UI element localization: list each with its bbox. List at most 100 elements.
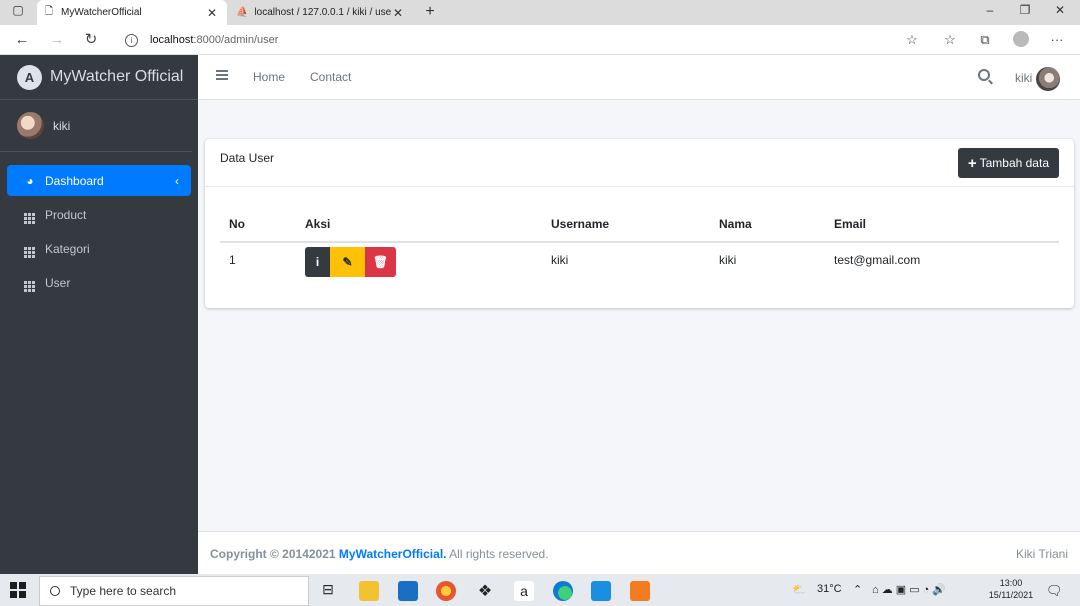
card-title: Data User	[220, 151, 275, 165]
column-header-nama: Nama	[710, 207, 825, 243]
maximize-icon[interactable]: ❐	[1015, 3, 1035, 21]
footer-copyright: Copyright © 20142021 MyWatcherOfficial. …	[210, 547, 549, 561]
page-icon: 🗋	[45, 6, 54, 17]
collections-icon[interactable]: ⧉	[975, 31, 995, 49]
nav-link-home[interactable]: Home	[253, 70, 285, 84]
favorites-icon[interactable]: ☆	[940, 31, 960, 49]
close-tab-icon[interactable]: ✕	[391, 6, 405, 20]
user-table: No Aksi Username Nama Email 1 i ✎ 🗑 kiki…	[220, 207, 1059, 289]
action-button-group: i ✎ 🗑	[305, 247, 542, 277]
footer: Copyright © 20142021 MyWatcherOfficial. …	[198, 531, 1080, 574]
forward-icon[interactable]: →	[46, 30, 68, 50]
new-tab-icon[interactable]: +	[420, 3, 440, 21]
dropbox-icon[interactable]: ❖	[475, 581, 495, 601]
user-panel[interactable]: kiki	[0, 100, 192, 152]
delete-button[interactable]: 🗑	[365, 247, 396, 277]
search-icon	[50, 586, 60, 596]
edge-icon[interactable]	[553, 581, 573, 601]
taskbar-clock[interactable]: 13:00 15/11/2021	[985, 577, 1037, 601]
edit-button[interactable]: ✎	[330, 247, 365, 277]
cell-email: test@gmail.com	[834, 253, 921, 267]
sidebar-item-user[interactable]: User	[7, 267, 191, 298]
temperature[interactable]: 31°C	[817, 583, 842, 595]
sidebar-user-name: kiki	[53, 118, 71, 133]
url-path: :8000/admin/user	[193, 34, 279, 46]
info-icon: i	[315, 255, 320, 269]
sidebar-item-dashboard[interactable]: ◕ Dashboard ‹	[7, 165, 191, 196]
weather-icon[interactable]: ⛅	[792, 583, 806, 596]
brand-text: MyWatcher Official	[50, 68, 184, 85]
sidebar-menu: ◕ Dashboard ‹ Product Kategori User	[0, 152, 198, 298]
table-row: 1 i ✎ 🗑 kiki kiki test@gmail.com	[220, 242, 1059, 289]
sidebar-item-kategori[interactable]: Kategori	[7, 233, 191, 264]
add-favorite-icon[interactable]: ☆	[902, 31, 922, 49]
sidebar-item-label: Kategori	[45, 241, 90, 256]
add-data-button[interactable]: + Tambah data	[957, 148, 1059, 178]
tab-title: MyWatcherOfficial	[61, 7, 142, 18]
column-header-aksi: Aksi	[296, 207, 542, 243]
column-header-no: No	[220, 207, 296, 243]
windows-start-icon[interactable]	[10, 582, 26, 598]
sidebar-item-label: User	[45, 275, 71, 290]
search-placeholder: Type here to search	[70, 584, 177, 598]
nav-link-contact[interactable]: Contact	[310, 70, 351, 84]
tab-actions-icon[interactable]: ▢	[8, 3, 28, 21]
close-window-icon[interactable]: ✕	[1050, 3, 1070, 21]
cell-no: 1	[229, 253, 236, 267]
trash-icon: 🗑	[372, 255, 389, 269]
sidebar-item-label: Product	[45, 207, 87, 222]
vscode-icon[interactable]	[591, 581, 611, 601]
navbar-user-name[interactable]: kiki	[1015, 71, 1032, 85]
menu-toggle-icon[interactable]	[216, 70, 228, 80]
mail-icon[interactable]	[398, 581, 418, 601]
address-bar: ← → ↻ i localhost:8000/admin/user ☆ ☆ ⧉ …	[0, 25, 1080, 55]
more-icon[interactable]: ···	[1047, 31, 1067, 49]
tab-mywatcher[interactable]: 🗋 MyWatcherOfficial ✕	[37, 0, 227, 25]
grid-icon	[22, 205, 38, 224]
footer-brand-link[interactable]: MyWatcherOfficial.	[339, 547, 447, 561]
url-host: localhost	[150, 34, 194, 46]
search-icon[interactable]	[978, 69, 990, 81]
column-header-email: Email	[825, 207, 1059, 243]
tab-phpmyadmin[interactable]: ⛵ localhost / 127.0.0.1 / kiki / user ✕	[228, 0, 413, 25]
plus-icon: +	[967, 154, 977, 172]
detail-button[interactable]: i	[305, 247, 330, 277]
close-tab-icon[interactable]: ✕	[205, 6, 219, 20]
clock-time: 13:00	[999, 578, 1023, 588]
chevron-left-icon: ‹	[175, 173, 179, 188]
cell-aksi: i ✎ 🗑	[296, 242, 542, 289]
task-view-icon[interactable]: ⊟	[318, 581, 338, 601]
grid-icon	[22, 273, 38, 292]
chevron-up-icon[interactable]: ⌃	[853, 583, 862, 596]
avatar[interactable]	[1036, 67, 1060, 91]
brand-logo-icon: A	[17, 64, 42, 90]
firefox-icon[interactable]	[436, 581, 456, 601]
windows-taskbar: Type here to search ⊟ ❖ a ⛅ 31°C ⌃ ⌂ ☁ ▣…	[0, 574, 1080, 606]
url-field[interactable]: i localhost:8000/admin/user	[115, 29, 935, 51]
column-header-username: Username	[542, 207, 710, 243]
site-info-icon[interactable]: i	[125, 33, 138, 47]
brand-link[interactable]: A MyWatcher Official	[0, 55, 198, 100]
data-user-card: Data User + Tambah data No Aksi Username…	[205, 139, 1074, 308]
footer-author: Kiki Triani	[1015, 547, 1068, 561]
add-data-label: Tambah data	[979, 156, 1049, 170]
clock-date: 15/11/2021	[988, 590, 1034, 600]
minimize-icon[interactable]: –	[980, 3, 1000, 21]
xampp-icon[interactable]	[630, 581, 650, 601]
tray-icons[interactable]: ⌂ ☁ ▣ ▭ ◔ 🔊	[872, 583, 946, 596]
refresh-icon[interactable]: ↻	[80, 30, 102, 50]
top-navbar: Home Contact kiki	[198, 55, 1080, 100]
file-explorer-icon[interactable]	[359, 581, 379, 601]
notifications-icon[interactable]: 🗨	[1046, 583, 1063, 599]
dashboard-icon: ◕	[26, 173, 34, 188]
tab-title: localhost / 127.0.0.1 / kiki / user	[254, 7, 391, 18]
back-icon[interactable]: ←	[11, 30, 33, 50]
amazon-icon[interactable]: a	[514, 581, 534, 601]
sidebar: A MyWatcher Official kiki ◕ Dashboard ‹ …	[0, 55, 198, 574]
sidebar-item-label: Dashboard	[45, 173, 104, 188]
browser-tabbar: ▢ 🗋 MyWatcherOfficial ✕ ⛵ localhost / 12…	[0, 0, 1080, 25]
sidebar-item-product[interactable]: Product	[7, 199, 191, 230]
card-header: Data User + Tambah data	[205, 139, 1074, 187]
taskbar-search-input[interactable]: Type here to search	[39, 576, 309, 606]
profile-icon[interactable]	[1011, 31, 1031, 49]
